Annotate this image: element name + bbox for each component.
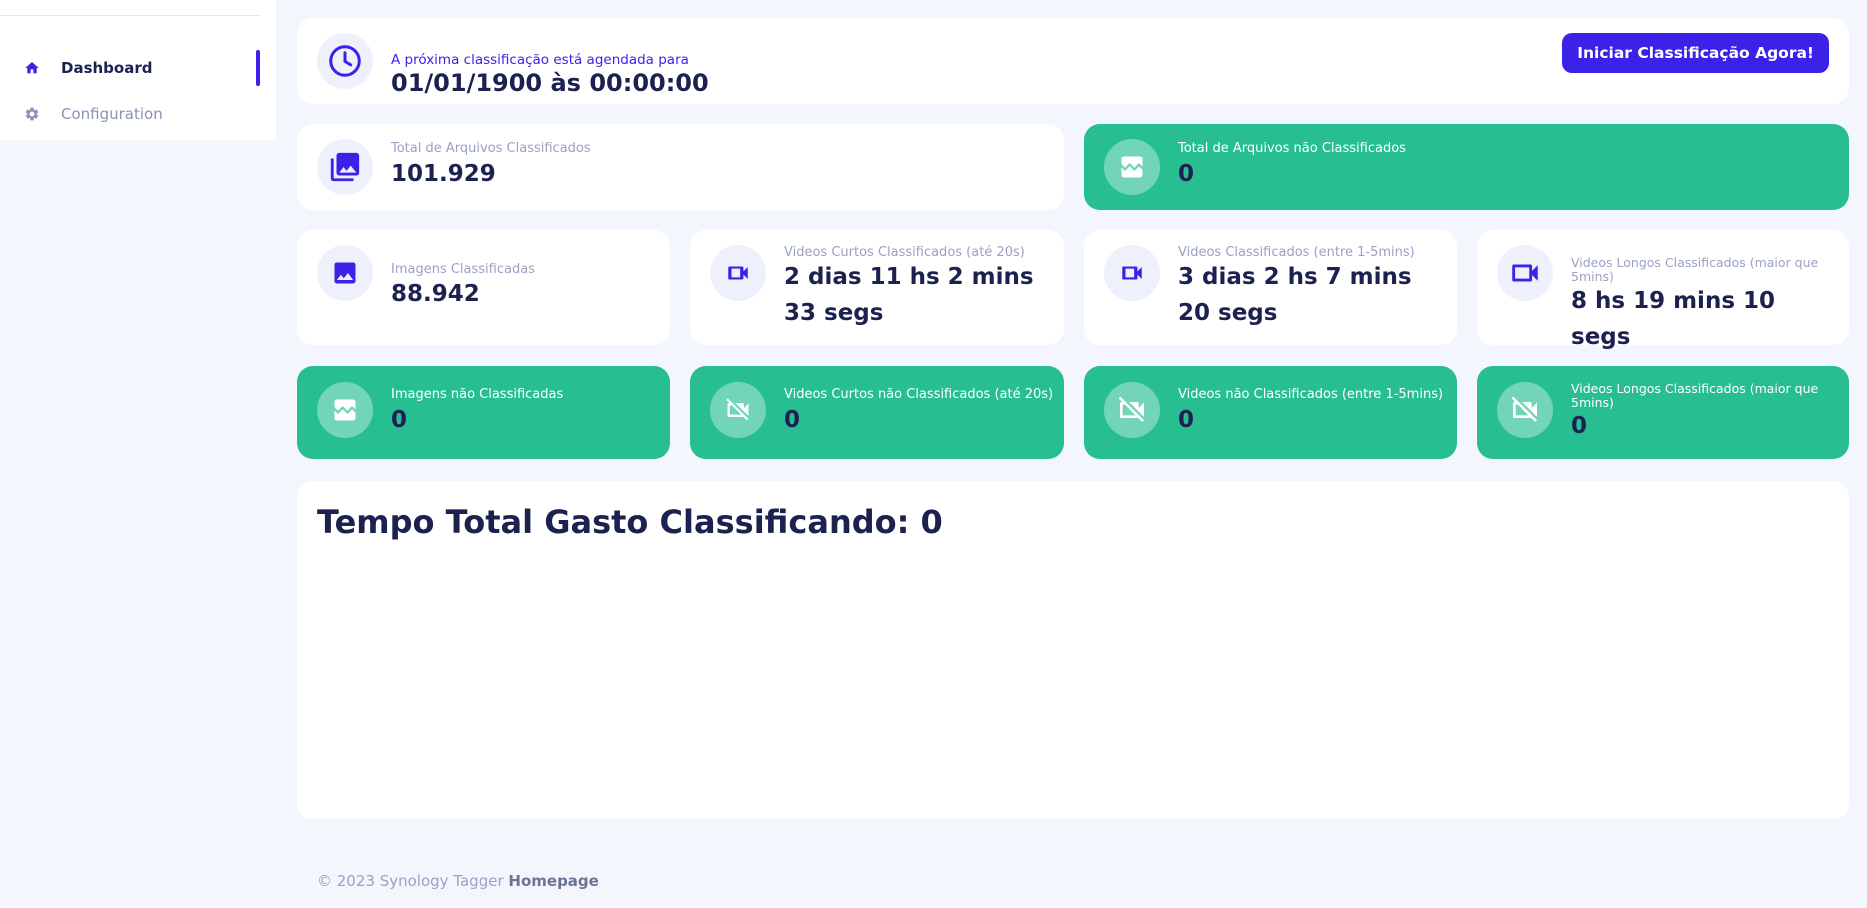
short-videos-unclassified-card: Videos Curtos não Classificados (até 20s…	[690, 366, 1064, 459]
sidebar-item-label: Dashboard	[61, 59, 153, 77]
images-unclassified-card: Imagens não Classificadas 0	[297, 366, 670, 459]
card-value: 0	[1571, 413, 1588, 439]
card-label: Imagens Classificadas	[391, 262, 535, 277]
short-videos-classified-card: Videos Curtos Classificados (até 20s) 2 …	[690, 230, 1064, 345]
card-label: Videos Longos Classificados (maior que 5…	[1571, 381, 1819, 410]
card-value: 3 dias 2 hs 7 mins 20 segs	[1178, 264, 1412, 326]
videocam-outline-icon	[1497, 245, 1553, 301]
videocam-off-icon	[1104, 382, 1160, 438]
card-value: 2 dias 11 hs 2 mins 33 segs	[784, 264, 1034, 326]
videocam-icon	[710, 245, 766, 301]
clock-icon	[317, 33, 373, 89]
home-icon	[24, 60, 42, 78]
card-label: Videos Curtos Classificados (até 20s)	[784, 245, 1025, 260]
card-label: Videos Longos Classificados (maior que 5…	[1571, 255, 1819, 284]
sidebar-divider	[0, 15, 260, 16]
long-videos-classified-card: Videos Longos Classificados (maior que 5…	[1477, 230, 1849, 350]
card-label: Total de Arquivos Classificados	[391, 141, 591, 156]
image-icon	[317, 245, 373, 301]
card-label: Imagens não Classificadas	[391, 387, 564, 402]
card-value: 101.929	[391, 161, 496, 187]
time-spent-card: Tempo Total Gasto Classificando: 0	[297, 481, 1849, 819]
card-label: Videos Curtos não Classificados (até 20s…	[784, 387, 1054, 402]
start-classification-button[interactable]: Iniciar Classificação Agora!	[1562, 33, 1829, 73]
broken-image-icon	[317, 382, 373, 438]
footer: © 2023 Synology Tagger Homepage	[317, 872, 599, 890]
videocam-off-icon	[710, 382, 766, 438]
videocam-off-icon	[1497, 382, 1553, 438]
total-classified-card: Total de Arquivos Classificados 101.929	[297, 124, 1064, 210]
broken-image-icon	[1104, 139, 1160, 195]
card-label: Videos Classificados (entre 1-5mins)	[1178, 245, 1415, 260]
schedule-datetime: 01/01/1900 às 00:00:00	[391, 69, 709, 97]
card-value: 0	[1178, 161, 1195, 187]
medium-videos-classified-card: Videos Classificados (entre 1-5mins) 3 d…	[1084, 230, 1457, 345]
schedule-card: A próxima classificação está agendada pa…	[297, 18, 1849, 104]
sidebar-item-configuration[interactable]: Configuration	[0, 94, 276, 134]
photo-library-icon	[317, 139, 373, 195]
videocam-icon	[1104, 245, 1160, 301]
footer-copyright: © 2023 Synology Tagger	[317, 872, 504, 890]
card-value: 0	[391, 407, 408, 433]
sidebar-item-dashboard[interactable]: Dashboard	[0, 48, 276, 88]
card-value: 88.942	[391, 281, 480, 307]
card-value: 0	[784, 407, 801, 433]
time-spent-title: Tempo Total Gasto Classificando: 0	[317, 503, 943, 541]
homepage-link[interactable]: Homepage	[508, 872, 598, 890]
total-unclassified-card: Total de Arquivos não Classificados 0	[1084, 124, 1849, 210]
card-value: 0	[1178, 407, 1195, 433]
long-videos-unclassified-card: Videos Longos Classificados (maior que 5…	[1477, 366, 1849, 459]
active-indicator	[256, 50, 260, 86]
images-classified-card: Imagens Classificadas 88.942	[297, 230, 670, 345]
sidebar-item-label: Configuration	[61, 105, 163, 123]
card-label: Videos não Classificados (entre 1-5mins)	[1178, 387, 1444, 402]
sidebar: Dashboard Configuration	[0, 0, 276, 140]
medium-videos-unclassified-card: Videos não Classificados (entre 1-5mins)…	[1084, 366, 1457, 459]
card-value: 8 hs 19 mins 10 segs	[1571, 288, 1776, 350]
schedule-label: A próxima classificação está agendada pa…	[391, 52, 689, 68]
gear-icon	[24, 106, 42, 124]
card-label: Total de Arquivos não Classificados	[1178, 141, 1406, 156]
